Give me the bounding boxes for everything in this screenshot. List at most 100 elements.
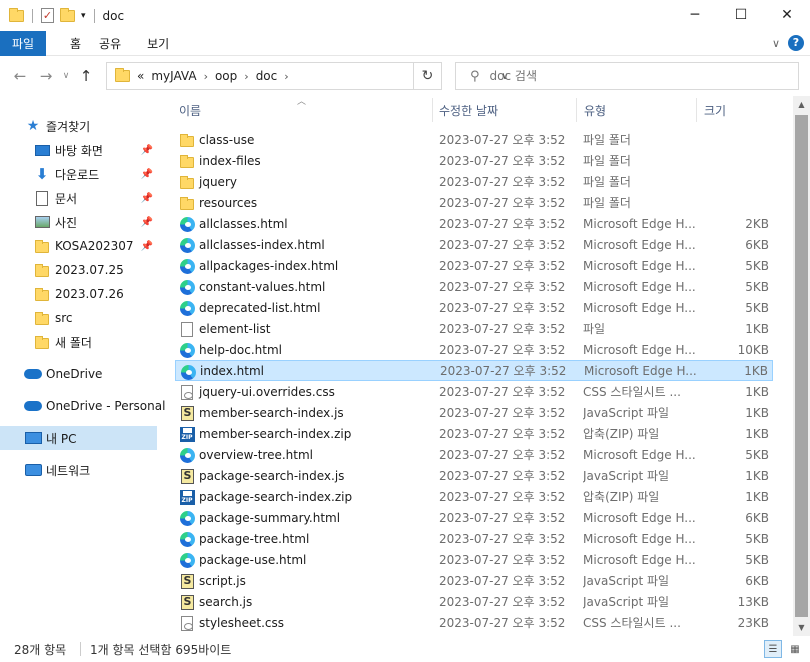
file-row[interactable]: overview-tree.html 2023-07-27 오후 3:52 Micr… [175, 444, 773, 465]
file-row[interactable]: ZIP member-search-index.zip 2023-07-27 오후 … [175, 423, 773, 444]
sidebar-item-quick-access[interactable]: ★ 즐겨찾기 [24, 114, 181, 138]
sidebar-item-2023-07-26[interactable]: 2023.07.26 [0, 282, 157, 306]
file-row[interactable]: deprecated-list.html 2023-07-27 오후 3:52 Mi… [175, 297, 773, 318]
new-folder-icon[interactable] [60, 7, 75, 22]
sidebar-item-kosa202307[interactable]: KOSA202307 📌 [0, 234, 157, 258]
close-button[interactable]: ✕ [764, 0, 810, 30]
sidebar-item-onedrive[interactable]: OneDrive [0, 362, 157, 386]
search-box[interactable]: ⚲ [455, 62, 799, 90]
large-icons-view-icon[interactable]: ▦ [786, 640, 804, 658]
address-bar[interactable]: « myJAVA › oop › doc › ∨ [106, 62, 509, 90]
sidebar-item-this-pc[interactable]: 내 PC [0, 426, 157, 450]
file-row[interactable]: allclasses-index.html 2023-07-27 오후 3:52 M… [175, 234, 773, 255]
file-row[interactable]: ZIP package-search-index.zip 2023-07-27 오후… [175, 486, 773, 507]
sidebar-item-network[interactable]: 네트워크 [0, 458, 157, 482]
sidebar-item-2023-07-25[interactable]: 2023.07.25 [0, 258, 157, 282]
file-row[interactable]: jquery 2023-07-27 오후 3:52 파일 폴더 [175, 171, 773, 192]
file-row[interactable]: member-search-index.js 2023-07-27 오후 3:52… [175, 402, 773, 423]
column-divider[interactable] [432, 98, 433, 122]
column-divider[interactable] [576, 98, 577, 122]
scrollbar-thumb[interactable] [795, 115, 808, 617]
tab-file[interactable]: 파일 [0, 30, 46, 56]
file-date: 2023-07-27 오후 3:52 [439, 133, 566, 147]
column-header-date[interactable]: 수정한 날짜 [439, 96, 574, 124]
column-header-name[interactable]: 이름 [179, 96, 429, 124]
file-size: 1KB [745, 405, 769, 420]
file-row[interactable]: element-list 2023-07-27 오후 3:52 파일 1KB [175, 318, 773, 339]
tab-view[interactable]: 보기 [135, 31, 183, 56]
file-row[interactable]: stylesheet.css 2023-07-27 오후 3:52 CSS 스타일시… [175, 612, 773, 633]
breadcrumb-oop[interactable]: oop [215, 69, 237, 83]
file-date: 2023-07-27 오후 3:52 [439, 322, 566, 336]
file-row[interactable]: package-tree.html 2023-07-27 오후 3:52 Micro… [175, 528, 773, 549]
refresh-button[interactable]: ↻ [414, 62, 442, 90]
customize-toolbar-icon[interactable]: ▾ [81, 11, 86, 21]
column-header-size[interactable]: 크기 [704, 96, 774, 124]
up-arrow-icon[interactable]: ↑ [73, 67, 99, 85]
tab-home[interactable]: 홈 [46, 31, 95, 56]
file-row[interactable]: package-use.html 2023-07-27 오후 3:52 Micros… [175, 549, 773, 570]
sidebar-item-onedrive-personal[interactable]: OneDrive - Personal [0, 394, 165, 418]
breadcrumb-doc[interactable]: doc [256, 69, 278, 83]
recent-locations-icon[interactable]: ∨ [59, 71, 73, 81]
file-row[interactable]: jquery-ui.overrides.css 2023-07-27 오후 3:5… [175, 381, 773, 402]
file-date: 2023-07-27 오후 3:52 [439, 154, 566, 168]
file-row[interactable]: constant-values.html 2023-07-27 오후 3:52 Mi… [175, 276, 773, 297]
tab-share[interactable]: 공유 [95, 31, 135, 56]
chevron-right-icon[interactable]: › [284, 70, 288, 83]
file-name: allclasses.html [199, 216, 288, 231]
sidebar-item-downloads[interactable]: ⬇ 다운로드 📌 [0, 162, 157, 186]
scroll-down-arrow-icon[interactable]: ▼ [793, 619, 810, 636]
sidebar-item-src[interactable]: src [0, 306, 157, 330]
file-row[interactable]: index.html 2023-07-27 오후 3:52 Microsoft Ed… [175, 360, 773, 381]
properties-icon[interactable]: ✓ [41, 8, 54, 23]
file-name: script.js [199, 573, 246, 588]
vertical-scrollbar[interactable]: ▲ ▼ [793, 96, 810, 636]
sidebar-item-desktop[interactable]: 바탕 화면 📌 [0, 138, 157, 162]
file-date: 2023-07-27 오후 3:52 [439, 217, 566, 231]
file-row[interactable]: resources 2023-07-27 오후 3:52 파일 폴더 [175, 192, 773, 213]
column-header-type[interactable]: 유형 [584, 96, 694, 124]
file-date: 2023-07-27 오후 3:52 [439, 406, 566, 420]
file-row[interactable]: class-use 2023-07-27 오후 3:52 파일 폴더 [175, 129, 773, 150]
file-type: JavaScript 파일 [583, 406, 670, 420]
breadcrumb-overflow[interactable]: « [137, 69, 144, 83]
details-view-icon[interactable]: ☰ [764, 640, 782, 658]
help-icon[interactable]: ? [788, 35, 804, 51]
back-arrow-icon[interactable]: ← [7, 67, 33, 85]
chevron-right-icon[interactable]: › [204, 70, 208, 83]
file-row[interactable]: script.js 2023-07-27 오후 3:52 JavaScript 파일… [175, 570, 773, 591]
breadcrumb-myjava[interactable]: myJAVA [151, 69, 196, 83]
file-name: class-use [199, 132, 255, 147]
scroll-up-arrow-icon[interactable]: ▲ [793, 96, 810, 113]
file-name: member-search-index.zip [199, 426, 352, 441]
file-row[interactable]: package-search-index.js 2023-07-27 오후 3:5… [175, 465, 773, 486]
search-input[interactable] [489, 69, 740, 83]
edge-html-icon [179, 447, 195, 463]
file-type: Microsoft Edge H... [583, 552, 695, 567]
file-row[interactable]: allpackages-index.html 2023-07-27 오후 3:52… [175, 255, 773, 276]
forward-arrow-icon[interactable]: → [33, 67, 59, 85]
quick-access-toolbar: ✓ ▾ [0, 7, 97, 23]
file-row[interactable]: search.js 2023-07-27 오후 3:52 JavaScript 파일… [175, 591, 773, 612]
sidebar-item-pictures[interactable]: 사진 📌 [0, 210, 157, 234]
file-row[interactable]: package-summary.html 2023-07-27 오후 3:52 Mi… [175, 507, 773, 528]
folder-icon [33, 263, 51, 277]
sidebar-item-new-folder[interactable]: 새 폴더 [0, 330, 157, 354]
expand-ribbon-icon[interactable]: ∨ [772, 37, 780, 50]
column-divider[interactable] [696, 98, 697, 122]
folder-icon [33, 287, 51, 301]
chevron-right-icon[interactable]: › [244, 70, 248, 83]
file-type: 압축(ZIP) 파일 [583, 427, 660, 441]
file-row[interactable]: index-files 2023-07-27 오후 3:52 파일 폴더 [175, 150, 773, 171]
file-row[interactable]: allclasses.html 2023-07-27 오후 3:52 Microso… [175, 213, 773, 234]
edge-html-icon [179, 216, 195, 232]
maximize-button[interactable]: ☐ [718, 0, 764, 30]
file-date: 2023-07-27 오후 3:52 [439, 574, 566, 588]
file-size: 5KB [745, 552, 769, 567]
minimize-button[interactable]: ─ [672, 0, 718, 30]
file-name: member-search-index.js [199, 405, 344, 420]
sidebar-item-documents[interactable]: 문서 📌 [0, 186, 157, 210]
file-row[interactable]: help-doc.html 2023-07-27 오후 3:52 Microsoft… [175, 339, 773, 360]
status-bar: 28개 항목 1개 항목 선택함 695바이트 ☰ ▦ [0, 636, 810, 662]
